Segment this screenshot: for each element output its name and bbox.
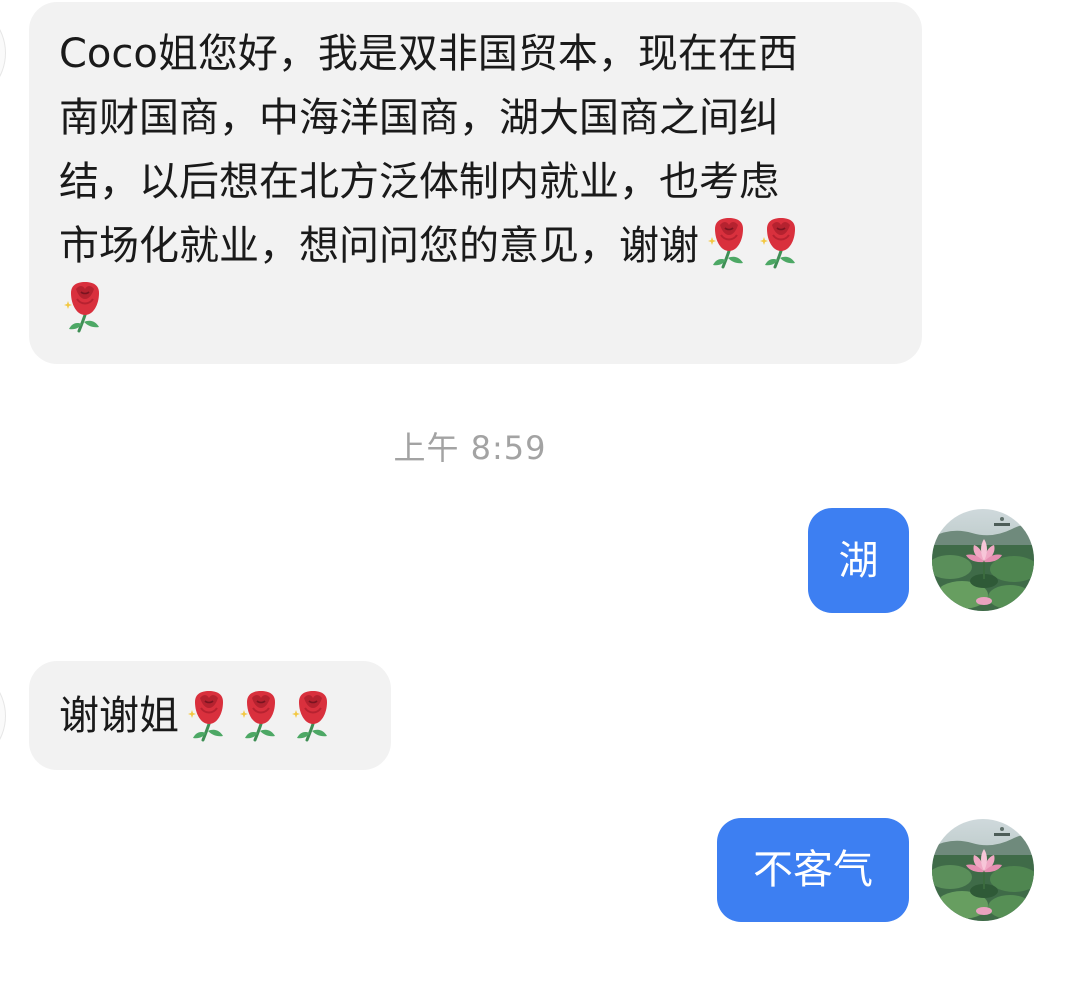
message-text-line: Coco姐您好，我是双非国贸本，现在在西 — [59, 31, 798, 77]
message-text: 不客气 — [753, 847, 873, 893]
lotus-pond-avatar-icon[interactable] — [932, 819, 1034, 921]
rose-emoji-icon — [759, 215, 803, 271]
rose-emoji-icon — [707, 215, 751, 271]
message-timestamp: 上午 8:59 — [393, 429, 547, 467]
contact-avatar[interactable] — [0, 2, 6, 104]
message-text: 湖 — [838, 537, 879, 584]
outgoing-message-bubble[interactable]: 不客气 — [717, 818, 909, 922]
chat-area[interactable]: Coco姐您好，我是双非国贸本，现在在西 南财国商，中海洋国商，湖大国商之间纠 … — [0, 0, 1080, 983]
incoming-message-bubble[interactable]: 谢谢姐 — [29, 661, 391, 770]
message-text: 谢谢姐 — [59, 692, 179, 739]
message-text-line — [59, 278, 898, 342]
incoming-message-bubble[interactable]: Coco姐您好，我是双非国贸本，现在在西 南财国商，中海洋国商，湖大国商之间纠 … — [29, 2, 922, 364]
rose-emoji-icon — [187, 688, 231, 744]
rose-emoji-icon — [291, 688, 335, 744]
rose-emoji-icon — [239, 688, 283, 744]
message-text: 市场化就业，想问问您的意见，谢谢 — [59, 223, 699, 269]
rose-emoji-icon — [63, 279, 107, 335]
lotus-pond-avatar-icon[interactable] — [932, 509, 1034, 611]
message-text-line: 市场化就业，想问问您的意见，谢谢 — [59, 214, 898, 278]
message-text-line: 南财国商，中海洋国商，湖大国商之间纠 — [59, 95, 779, 141]
message-text-line: 结，以后想在北方泛体制内就业，也考虑 — [59, 159, 779, 205]
outgoing-message-bubble[interactable]: 湖 — [808, 508, 909, 613]
contact-avatar[interactable] — [0, 665, 6, 767]
